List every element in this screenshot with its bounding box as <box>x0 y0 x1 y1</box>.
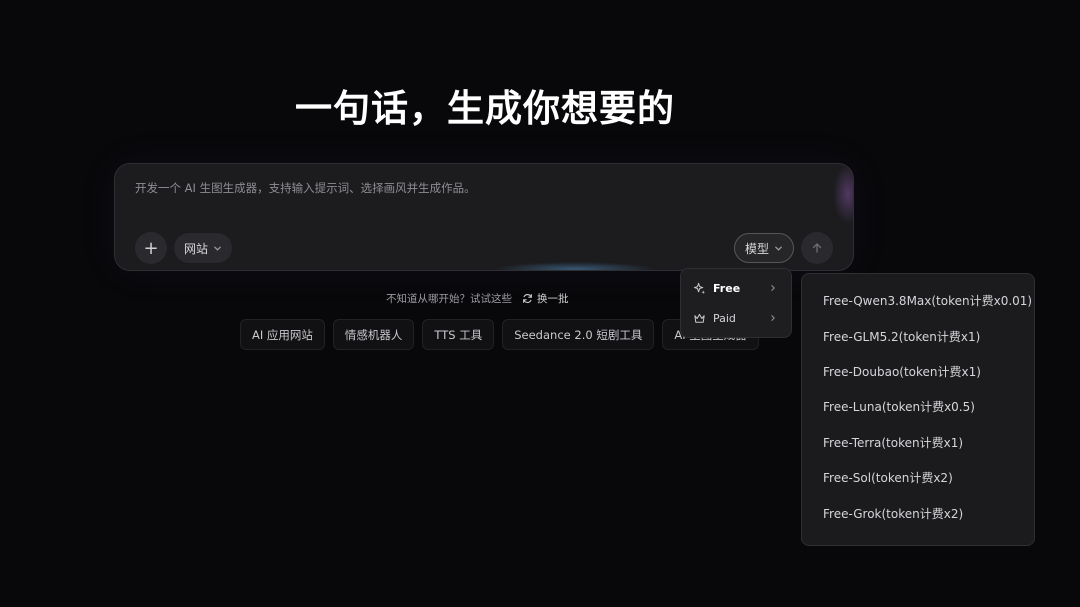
suggestion-hint: 不知道从哪开始？试试这些 <box>386 293 512 305</box>
model-label: 模型 <box>745 241 770 256</box>
plus-icon: + <box>143 237 159 259</box>
model-option[interactable]: Free-Qwen3.8Max(token计费x0.01) <box>802 283 1034 318</box>
add-button[interactable]: + <box>135 232 167 264</box>
model-option[interactable]: Free-GLM5.2(token计费x1) <box>802 318 1034 353</box>
website-type-label: 网站 <box>184 241 209 256</box>
model-option[interactable]: Free-Grok(token计费x2) <box>802 495 1034 530</box>
model-category-menu: Free Paid <box>680 268 792 338</box>
free-models-submenu: Free-Qwen3.8Max(token计费x0.01) Free-GLM5.… <box>801 273 1035 546</box>
model-option[interactable]: Free-Sol(token计费x2) <box>802 460 1034 495</box>
menu-item-label: Paid <box>713 311 736 325</box>
suggestion-chip[interactable]: 情感机器人 <box>332 319 415 350</box>
model-dropdown[interactable]: 模型 <box>734 233 795 263</box>
menu-item-free[interactable]: Free <box>685 273 787 303</box>
suggestion-chip[interactable]: AI 应用网站 <box>240 319 325 350</box>
send-button[interactable] <box>801 232 833 264</box>
prompt-glow-right <box>833 164 853 224</box>
suggestion-chip[interactable]: TTS 工具 <box>422 319 495 350</box>
suggestion-chip[interactable]: Seedance 2.0 短剧工具 <box>502 319 655 350</box>
model-option[interactable]: Free-Terra(token计费x1) <box>802 425 1034 460</box>
sparkle-icon <box>693 282 706 295</box>
page-title: 一句话，生成你想要的 <box>295 87 675 130</box>
menu-item-paid[interactable]: Paid <box>685 303 787 333</box>
chevron-down-icon <box>213 244 222 253</box>
refresh-label: 换一批 <box>537 293 569 305</box>
model-option[interactable]: Free-Doubao(token计费x1) <box>802 354 1034 389</box>
refresh-suggestions-button[interactable]: 换一批 <box>522 291 569 306</box>
crown-icon <box>693 312 706 325</box>
menu-item-label: Free <box>713 281 741 295</box>
prompt-box[interactable]: 开发一个 AI 生图生成器，支持输入提示词、选择画风并生成作品。 + 网站 模型 <box>114 163 854 271</box>
chevron-down-icon <box>774 244 783 253</box>
arrow-up-icon <box>811 242 823 254</box>
refresh-icon <box>522 293 533 304</box>
model-option[interactable]: Free-Luna(token计费x0.5) <box>802 389 1034 424</box>
chevron-right-icon <box>769 284 777 292</box>
prompt-input[interactable]: 开发一个 AI 生图生成器，支持输入提示词、选择画风并生成作品。 <box>135 180 476 196</box>
website-type-dropdown[interactable]: 网站 <box>174 233 233 263</box>
suggestion-hint-row: 不知道从哪开始？试试这些 换一批 <box>386 291 569 306</box>
prompt-glow <box>495 262 655 270</box>
chevron-right-icon <box>769 314 777 322</box>
